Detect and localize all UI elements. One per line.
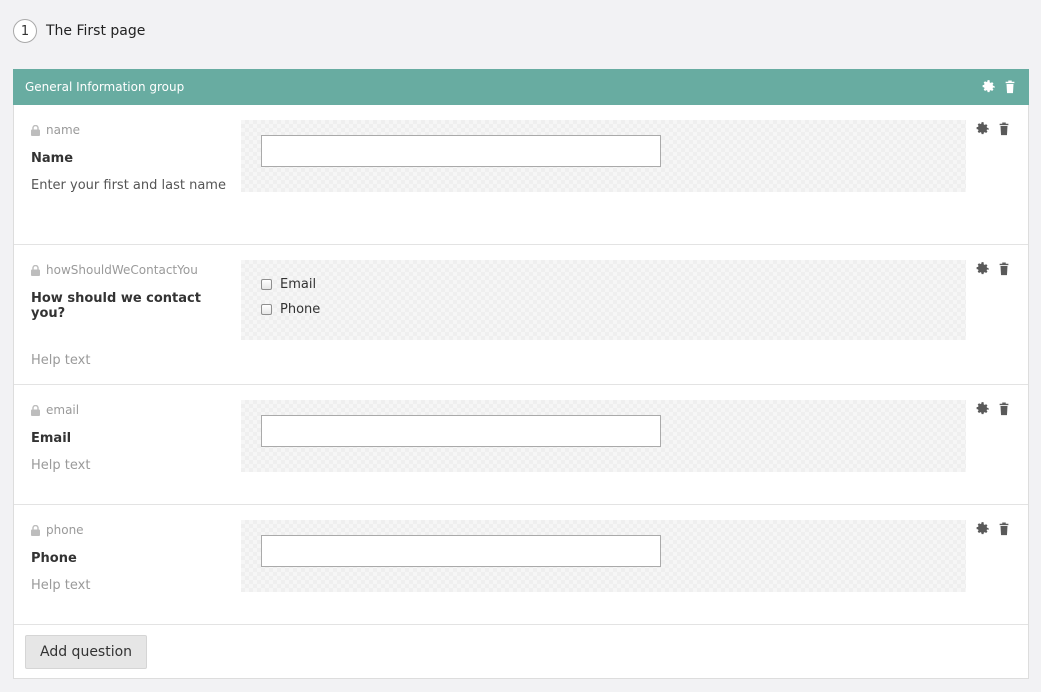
checkbox-option-email[interactable]: Email [261, 277, 316, 292]
name-input[interactable] [261, 135, 661, 167]
question-key: phone [31, 522, 231, 538]
trash-icon[interactable] [997, 262, 1011, 276]
question-preview-area [241, 400, 966, 472]
question-preview-area [241, 120, 966, 192]
trash-icon[interactable] [997, 402, 1011, 416]
trash-icon[interactable] [1003, 80, 1017, 94]
question-help: Help text [31, 578, 91, 593]
gear-icon[interactable] [976, 402, 990, 416]
question-help: Help text [31, 353, 91, 368]
trash-icon[interactable] [997, 122, 1011, 136]
gear-icon[interactable] [976, 262, 990, 276]
lock-icon [31, 264, 40, 276]
question-group: General Information group name Name Ente [13, 69, 1029, 679]
add-question-button[interactable]: Add question [25, 635, 148, 669]
question-phone[interactable]: phone Phone Help text [14, 505, 1028, 625]
email-input[interactable] [261, 415, 661, 447]
question-label: Name [31, 151, 74, 166]
group-title[interactable]: General Information group [25, 80, 982, 94]
question-email[interactable]: email Email Help text [14, 385, 1028, 505]
trash-icon[interactable] [997, 522, 1011, 536]
gear-icon[interactable] [982, 80, 996, 94]
question-key: howShouldWeContactYou [31, 262, 231, 278]
lock-icon [31, 404, 40, 416]
question-key: email [31, 402, 231, 418]
page-title[interactable]: The First page [46, 23, 145, 39]
phone-input[interactable] [261, 535, 661, 567]
question-label: Email [31, 431, 72, 446]
page-number-badge[interactable]: 1 [13, 19, 37, 43]
question-preview-area [241, 520, 966, 592]
question-key: name [31, 122, 231, 138]
question-name[interactable]: name Name Enter your first and last name [14, 105, 1028, 245]
question-label: Phone [31, 551, 77, 566]
question-help: Help text [31, 458, 91, 473]
question-label: How should we contact you? [31, 291, 201, 321]
checkbox[interactable] [261, 304, 272, 315]
group-header: General Information group [13, 69, 1029, 105]
checkbox[interactable] [261, 279, 272, 290]
checkbox-option-phone[interactable]: Phone [261, 302, 320, 317]
group-body: name Name Enter your first and last name [13, 105, 1029, 679]
question-how-should-we-contact-you[interactable]: howShouldWeContactYou How should we cont… [14, 245, 1028, 385]
lock-icon [31, 524, 40, 536]
gear-icon[interactable] [976, 122, 990, 136]
question-preview-area: Email Phone [241, 260, 966, 340]
gear-icon[interactable] [976, 522, 990, 536]
page-header: 1 The First page [13, 19, 145, 43]
question-help: Enter your first and last name [31, 178, 226, 193]
lock-icon [31, 124, 40, 136]
